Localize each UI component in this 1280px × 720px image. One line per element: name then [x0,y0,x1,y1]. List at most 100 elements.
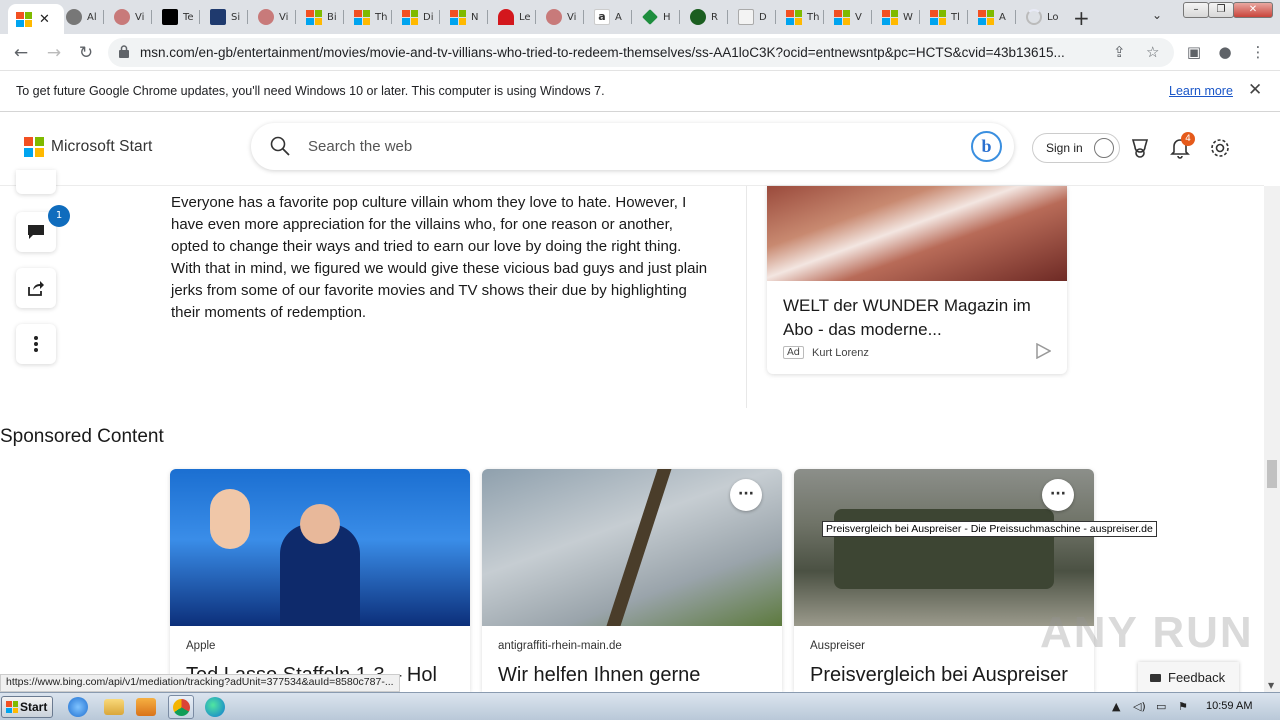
msn-icon [306,9,322,25]
share-icon[interactable]: ⇪ [1113,43,1126,61]
scrollbar-thumb[interactable] [1267,460,1277,488]
close-window-button[interactable]: ✕ [1233,2,1273,18]
tab[interactable]: D [730,4,776,30]
sponsored-card[interactable]: Apple Ted Lasso Staffeln 1-3 – Hol [170,469,470,692]
chrome-taskbar-button[interactable] [168,695,194,719]
tab[interactable]: Vi [106,4,152,30]
notification-badge: 4 [1181,132,1195,146]
search-box[interactable]: Search the web b [251,123,1014,170]
like-button[interactable] [16,170,56,194]
forward-icon[interactable]: → [42,41,66,65]
share-button[interactable] [16,268,56,308]
network-icon[interactable]: ▭ [1156,700,1166,713]
taskbar-clock[interactable]: 10:59 AM [1206,700,1252,712]
tab[interactable]: Bi [298,4,344,30]
back-icon[interactable]: ← [9,41,33,65]
bing-chat-icon[interactable]: b [971,131,1002,162]
card-more-icon[interactable]: ··· [1042,479,1074,511]
bookmark-star-icon[interactable]: ☆ [1146,43,1159,61]
learn-more-link[interactable]: Learn more [1169,84,1233,98]
tab[interactable]: H [634,4,680,30]
tab[interactable]: aA [586,4,632,30]
profile-icon[interactable]: ● [1215,43,1235,63]
card-more-icon[interactable]: ··· [730,479,762,511]
web-icon [546,9,562,25]
tab[interactable]: Vi [250,4,296,30]
web-icon [114,9,130,25]
minimize-button[interactable]: – [1183,2,1209,18]
close-icon[interactable]: ✕ [1248,80,1262,100]
card-image[interactable] [170,469,470,626]
search-icon [270,136,290,156]
windows-flag-icon [6,701,18,713]
card-title[interactable]: Wir helfen Ihnen gerne [498,662,774,688]
ie-icon[interactable] [68,697,88,717]
new-tab-button[interactable]: + [1073,6,1090,30]
close-tab-icon[interactable]: ✕ [39,12,50,27]
maximize-button[interactable]: ❐ [1208,2,1234,18]
tab[interactable]: Di [394,4,440,30]
search-placeholder[interactable]: Search the web [308,138,412,155]
ad-card[interactable]: WELT der WUNDER Magazin im Abo - das mod… [767,186,1067,374]
tab[interactable]: Te [154,4,200,30]
tab[interactable]: R [682,4,728,30]
mb-icon [210,9,226,25]
red-icon [498,9,514,25]
tab[interactable]: Th [778,4,824,30]
more-vertical-icon [34,336,38,352]
explorer-folder-icon[interactable] [104,699,124,715]
tab[interactable]: V [826,4,872,30]
tag-icon [642,9,658,25]
media-player-icon[interactable] [136,698,156,716]
start-button[interactable]: Start [1,696,53,718]
card-source: Auspreiser [810,640,865,652]
settings-gear-icon[interactable] [1209,137,1231,159]
edge-icon[interactable] [205,697,225,717]
tab[interactable]: Si [202,4,248,30]
tab[interactable]: N [442,4,488,30]
volume-icon[interactable]: ◁) [1133,700,1146,713]
side-panel-icon[interactable]: ▣ [1184,43,1204,63]
tab[interactable]: W [874,4,920,30]
microsoft-start-logo[interactable]: Microsoft Start [24,137,152,157]
tab[interactable]: Lo [1018,4,1064,30]
comment-icon [28,225,44,239]
tab[interactable]: Vi [538,4,584,30]
sign-in-label: Sign in [1046,141,1083,155]
reload-icon[interactable]: ↻ [74,41,98,65]
action-center-flag-icon[interactable]: ⚑ [1178,700,1188,713]
sponsored-heading: Sponsored Content [0,426,164,447]
tab[interactable]: Al [58,4,104,30]
sponsored-card[interactable]: ··· antigraffiti-rhein-main.de Wir helfe… [482,469,782,692]
feedback-icon [1150,674,1161,682]
msn-icon [354,9,370,25]
tab[interactable]: Th [346,4,392,30]
sign-in-button[interactable]: Sign in [1032,133,1120,163]
url-text[interactable]: msn.com/en-gb/entertainment/movies/movie… [140,45,1100,60]
menu-kebab-icon[interactable]: ⋮ [1248,43,1268,63]
amazon-icon: a [594,9,610,25]
msn-icon [16,11,32,27]
address-bar[interactable]: msn.com/en-gb/entertainment/movies/movie… [108,38,1174,67]
tab-search-icon[interactable]: ⌄ [1152,8,1162,22]
rewards-trophy-icon[interactable] [1129,137,1151,159]
ad-image[interactable] [767,186,1067,281]
adchoices-icon[interactable] [1035,343,1051,359]
ad-title[interactable]: WELT der WUNDER Magazin im Abo - das mod… [783,294,1053,342]
column-divider [746,186,747,408]
ad-label: Ad [783,346,805,359]
msn-icon [402,9,418,25]
brand-name: Microsoft Start [51,138,153,155]
scroll-down-arrow-icon[interactable]: ▼ [1268,681,1274,690]
more-options-button[interactable] [16,324,56,364]
tray-expand-icon[interactable]: ▲ [1112,700,1120,713]
tab[interactable]: Le [490,4,536,30]
page-scrollbar[interactable]: ▼ [1264,186,1280,692]
card-title[interactable]: Preisvergleich bei Auspreiser [810,662,1086,688]
feedback-button[interactable]: Feedback [1138,662,1239,694]
tab-strip: ✕ Al Vi Te Si Vi Bi Th Di N Le Vi aA H R… [0,0,1280,34]
tab-active[interactable]: ✕ [8,4,64,34]
tab[interactable]: Tl [922,4,968,30]
sponsored-card[interactable]: ··· Auspreiser Preisvergleich bei Auspre… [794,469,1094,692]
tab[interactable]: A [970,4,1016,30]
